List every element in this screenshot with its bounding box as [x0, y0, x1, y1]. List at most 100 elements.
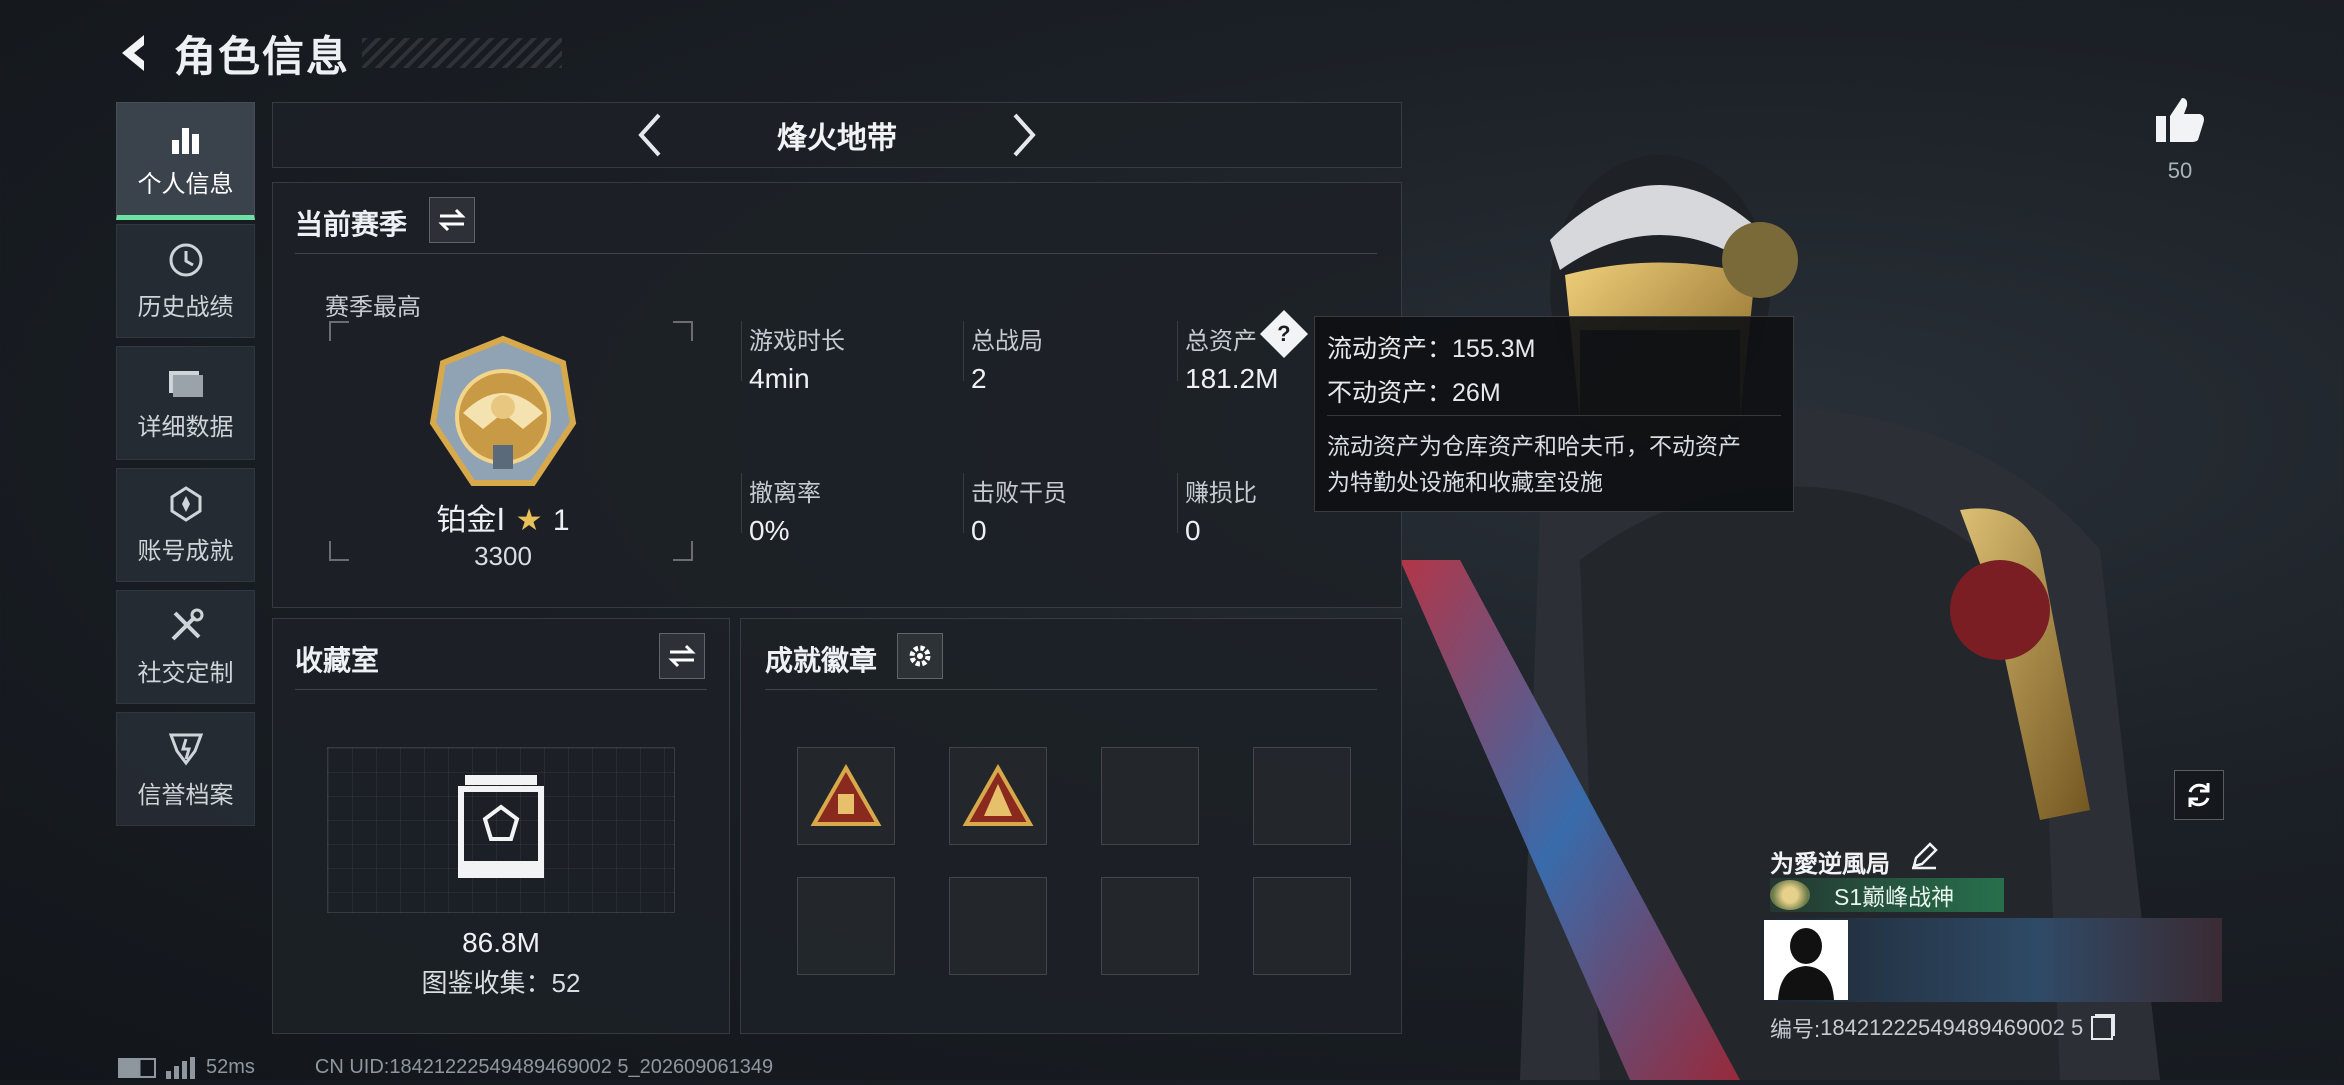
display-case-icon — [453, 771, 549, 888]
sidebar-item-label: 个人信息 — [137, 170, 234, 198]
sidebar-item-social[interactable]: 社交定制 — [116, 590, 255, 704]
season-title: 当前赛季 — [295, 209, 408, 240]
collection-value: 86.8M — [462, 927, 540, 958]
badge-slot[interactable] — [1101, 877, 1199, 975]
rank-emblem-icon — [423, 333, 583, 498]
rank-score: 3300 — [474, 541, 532, 571]
help-icon[interactable]: ? — [1259, 309, 1309, 359]
sidebar-item-achievements[interactable]: 账号成就 — [116, 468, 255, 582]
badges-settings-button[interactable] — [897, 633, 943, 679]
sidebar-item-history[interactable]: 历史战绩 — [116, 224, 255, 338]
collection-title: 收藏室 — [295, 645, 380, 676]
stat-label: 游戏时长 — [749, 328, 845, 355]
triangle-badge-icon — [810, 764, 882, 826]
swap-icon — [438, 208, 466, 232]
sidebar-item-personal-info[interactable]: 个人信息 — [116, 102, 255, 220]
season-best-label: 赛季最高 — [325, 294, 421, 321]
badge-slot[interactable] — [1101, 747, 1199, 845]
achievement-icon — [170, 485, 201, 522]
stat-value: 2 — [971, 363, 987, 394]
player-name: 为愛逆風局 — [1770, 851, 1890, 878]
mode-prev-button[interactable] — [631, 111, 671, 164]
player-id-row: 编号: 18421222549489469002 5 — [1770, 1012, 2114, 1044]
history-icon — [169, 243, 202, 276]
frame-corner — [329, 321, 349, 341]
stat-label: 击败干员 — [971, 480, 1067, 507]
player-id-label: 编号: — [1770, 1017, 1821, 1042]
tooltip-fixed-label: 不动资产： — [1327, 379, 1453, 407]
frame-corner — [673, 541, 693, 561]
rank-stars: 1 — [552, 504, 570, 537]
badge-slot[interactable] — [797, 877, 895, 975]
title-decoration — [362, 38, 563, 68]
sidebar-item-credit[interactable]: 信誉档案 — [116, 712, 255, 826]
tooltip-desc-line2: 为特勤处设施和收藏室设施 — [1327, 469, 1603, 495]
status-bar: 52ms CN UID:18421222549489469002 5_20260… — [118, 1056, 773, 1079]
avatar[interactable] — [1764, 920, 1848, 1000]
divider — [741, 321, 742, 381]
stat-value: 4min — [749, 363, 810, 394]
divider — [295, 689, 707, 690]
season-switch-button[interactable] — [429, 197, 475, 243]
ping-value: 52ms — [206, 1056, 255, 1078]
badge-slot[interactable] — [797, 747, 895, 845]
badge-slot[interactable] — [949, 877, 1047, 975]
stat-value: 0 — [1185, 515, 1201, 546]
top-header: 角色信息 — [110, 22, 563, 84]
divider — [1177, 321, 1178, 381]
back-arrow-icon — [122, 35, 144, 71]
tooltip-fixed-row: 不动资产：26M — [1327, 373, 1501, 409]
gear-icon — [909, 645, 931, 667]
edit-name-button[interactable] — [1910, 842, 1938, 875]
triangle-badge-icon — [962, 764, 1034, 826]
title-badge: S1巅峰战神 — [1770, 878, 2004, 912]
back-button[interactable] — [110, 29, 158, 77]
stat-value: 0% — [749, 515, 790, 546]
stat-label: 总资产 — [1185, 328, 1257, 355]
sidebar-item-label: 社交定制 — [137, 659, 234, 687]
badge-slot[interactable] — [949, 747, 1047, 845]
swap-icon — [668, 644, 696, 668]
stat-label: 撤离率 — [749, 480, 821, 507]
collection-panel: 收藏室 86.8M 图鉴收集：52 — [272, 618, 730, 1034]
signal-icon — [166, 1056, 195, 1079]
avatar-silhouette-icon — [1778, 928, 1834, 1000]
badge-slot[interactable] — [1253, 877, 1351, 975]
player-banner[interactable] — [1762, 918, 2222, 1002]
tooltip-desc-line1: 流动资产为仓库资产和哈夫币，不动资产 — [1327, 433, 1741, 459]
sidebar-item-detail-data[interactable]: 详细数据 — [116, 346, 255, 460]
dragon-icon — [1770, 880, 1810, 910]
frame-corner — [329, 541, 349, 561]
refresh-button[interactable] — [2174, 770, 2224, 820]
player-card: 为愛逆風局 S1巅峰战神 — [1762, 840, 2222, 1004]
title-badge-text: S1巅峰战神 — [1834, 884, 1955, 910]
divider — [741, 473, 742, 533]
like-button[interactable] — [2154, 96, 2206, 149]
rank-name: 铂金Ⅰ — [436, 504, 506, 537]
frame-corner — [673, 321, 693, 341]
player-id-value: 18421222549489469002 5 — [1820, 1015, 2084, 1040]
chevron-left-icon — [638, 113, 661, 157]
like-count: 50 — [2167, 158, 2193, 183]
tooltip-liquid-label: 流动资产： — [1327, 335, 1453, 363]
badges-title: 成就徽章 — [765, 645, 878, 676]
mode-selector: 烽火地带 — [272, 102, 1402, 168]
badge-slot[interactable] — [1253, 747, 1351, 845]
divider — [963, 321, 964, 381]
stat-value: 181.2M — [1185, 363, 1279, 394]
copy-icon[interactable] — [2091, 1016, 2114, 1040]
page-title: 角色信息 — [174, 32, 351, 80]
uid-text: CN UID:18421222549489469002 5_2026090613… — [314, 1056, 774, 1078]
badges-panel: 成就徽章 — [740, 618, 1402, 1034]
catalog-label: 图鉴收集： — [421, 968, 552, 998]
mode-next-button[interactable] — [1003, 111, 1043, 164]
collection-switch-button[interactable] — [659, 633, 705, 679]
stat-label: 赚损比 — [1185, 480, 1257, 507]
sidebar-item-label: 信誉档案 — [137, 781, 234, 809]
season-panel: 当前赛季 赛季最高 铂金Ⅰ ★ 1 3300 游戏时长 4min 总战局 2 总… — [272, 182, 1402, 608]
divider — [963, 473, 964, 533]
edit-icon — [1912, 842, 1938, 870]
refresh-icon — [2188, 783, 2210, 807]
tooltip-liquid-value: 155.3M — [1452, 335, 1536, 363]
sidebar-item-label: 历史战绩 — [137, 293, 234, 321]
